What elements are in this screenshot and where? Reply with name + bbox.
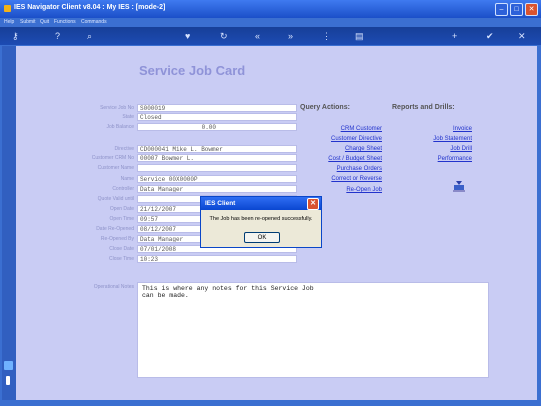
menu-functions[interactable]: Functions — [54, 19, 76, 25]
field-value[interactable]: S000019 — [137, 104, 297, 112]
field-value[interactable]: 00007 Bowmer L. — [137, 154, 297, 162]
field-value[interactable]: 0.00 — [137, 123, 297, 131]
field-label: Customer Name — [97, 165, 134, 171]
maximize-button[interactable]: □ — [510, 3, 523, 16]
sidebar — [2, 46, 16, 400]
field-value[interactable]: 10:23 — [137, 255, 297, 263]
navigator-icon[interactable] — [4, 361, 13, 370]
toolbar: ⚷ ? ⌕ ♥ ↻ « » ⋮ ▤ + ✔ ✕ — [0, 27, 541, 45]
message-dialog: IES Client ✕ The Job has been re-opened … — [200, 196, 322, 248]
field-value[interactable]: Data Manager — [137, 185, 297, 193]
help-icon[interactable]: ? — [55, 30, 60, 42]
dialog-close-button[interactable]: ✕ — [307, 198, 319, 210]
page-title: Service Job Card — [139, 63, 246, 78]
window-controls: – □ ✕ — [495, 3, 538, 16]
field-label: Open Date — [109, 206, 134, 212]
query-link[interactable]: Re-Open Job — [346, 187, 382, 193]
field-label: Customer CRM No — [91, 155, 134, 161]
query-link[interactable]: Cost / Budget Sheet — [328, 156, 382, 162]
report-link[interactable]: Job Statement — [433, 136, 472, 142]
field-label: Re-Opened By — [100, 236, 134, 242]
menu-submit[interactable]: Submit — [20, 19, 36, 25]
title-bar: IES Navigator Client v8.04 : My IES : [m… — [0, 0, 541, 18]
query-actions-heading: Query Actions: — [300, 104, 350, 111]
report-link[interactable]: Invoice — [453, 126, 472, 132]
field-label: State — [122, 114, 134, 120]
reports-heading: Reports and Drills: — [392, 104, 455, 111]
field-value[interactable]: CD000041 Mike L. Bowmer — [137, 145, 297, 153]
search-icon[interactable]: ⌕ — [87, 30, 92, 42]
query-link[interactable]: Correct or Reverse — [331, 176, 382, 182]
field-value[interactable]: Closed — [137, 113, 297, 121]
menu-quit[interactable]: Quit — [40, 19, 49, 25]
field-value[interactable]: Service 00X0000P — [137, 175, 297, 183]
ok-icon[interactable]: ✔ — [486, 30, 494, 42]
dialog-message: The Job has been re-opened successfully. — [209, 216, 313, 222]
field-label: Job Balance — [106, 124, 134, 130]
notes-label: Operational Notes — [93, 284, 134, 290]
add-icon[interactable]: + — [452, 30, 457, 42]
doc-icon[interactable]: ▤ — [355, 30, 364, 42]
close-window-button[interactable]: ✕ — [525, 3, 538, 16]
field-label: Open Time — [109, 216, 134, 222]
report-link[interactable]: Performance — [438, 156, 472, 162]
app-window: IES Navigator Client v8.04 : My IES : [m… — [0, 0, 541, 406]
key-icon[interactable]: ⚷ — [12, 30, 19, 42]
refresh-icon[interactable]: ↻ — [220, 30, 228, 42]
field-label: Directive — [114, 146, 134, 152]
field-label: Name — [120, 176, 134, 182]
minimize-button[interactable]: – — [495, 3, 508, 16]
forward-icon[interactable]: » — [288, 30, 293, 42]
dialog-title-bar: IES Client ✕ — [201, 197, 321, 210]
operational-notes-field[interactable]: This is where any notes for this Service… — [137, 282, 489, 378]
menu-commands[interactable]: Commands — [81, 19, 107, 25]
grid-icon[interactable]: ⋮ — [322, 30, 331, 42]
field-label: Close Time — [108, 256, 134, 262]
menu-help[interactable]: Help — [4, 19, 14, 25]
query-link[interactable]: Customer Directive — [331, 136, 382, 142]
field-label: Close Date — [109, 246, 134, 252]
heart-icon[interactable]: ♥ — [185, 30, 190, 42]
query-link[interactable]: CRM Customer — [341, 126, 382, 132]
ok-button[interactable]: OK — [244, 232, 280, 243]
app-icon — [4, 5, 11, 12]
window-title: IES Navigator Client v8.04 : My IES : [m… — [14, 4, 166, 11]
dialog-title: IES Client — [205, 200, 236, 207]
menu-bar: Help Submit Quit Functions Commands — [0, 18, 541, 26]
report-link[interactable]: Job Drill — [450, 146, 472, 152]
query-link[interactable]: Purchase Orders — [337, 166, 382, 172]
field-value[interactable] — [137, 164, 297, 172]
close-icon[interactable]: ✕ — [518, 30, 526, 42]
query-link[interactable]: Charge Sheet — [345, 146, 382, 152]
info-icon[interactable] — [6, 376, 10, 385]
field-label: Date Re-Opened — [96, 226, 134, 232]
field-label: Controller — [112, 186, 134, 192]
back-icon[interactable]: « — [255, 30, 260, 42]
field-label: Quote Valid until — [97, 196, 134, 202]
print-icon[interactable] — [452, 179, 466, 193]
field-label: Service Job No — [100, 105, 134, 111]
